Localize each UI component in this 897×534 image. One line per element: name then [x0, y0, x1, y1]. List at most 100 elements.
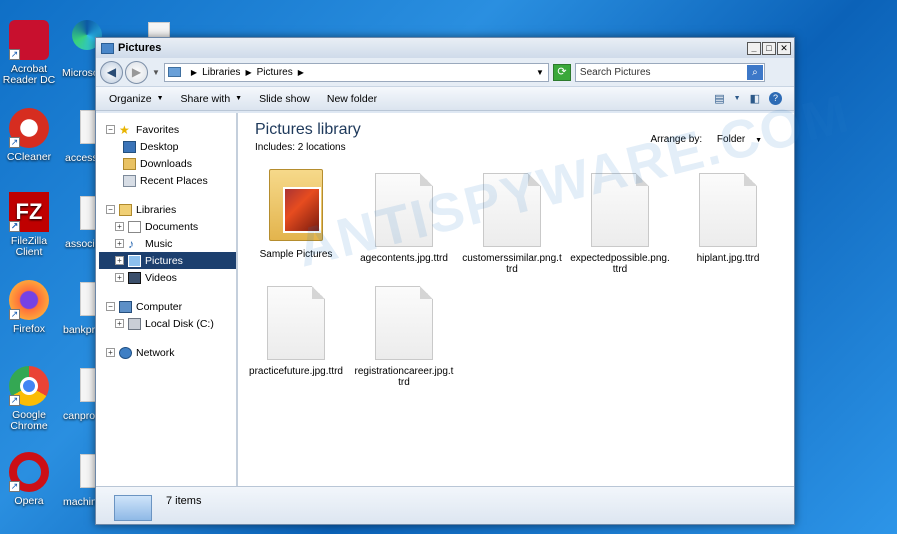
collapse-icon[interactable]: − [106, 302, 115, 311]
desktop-icon-firefox[interactable]: ↗ Firefox [0, 280, 60, 335]
back-button[interactable]: ◀ [100, 60, 123, 84]
desktop-icon-filezilla[interactable]: FZ ↗ FileZilla Client [0, 192, 60, 258]
file-icon [375, 286, 433, 360]
desktop-icon-label: Opera [14, 495, 44, 507]
collapse-icon[interactable]: − [106, 205, 115, 214]
nav-desktop[interactable]: Desktop [96, 138, 236, 155]
nav-pictures[interactable]: + Pictures [99, 252, 236, 269]
expand-icon[interactable]: + [115, 239, 124, 248]
network-icon [119, 346, 132, 359]
desktop-icon-chrome[interactable]: ↗ Google Chrome [0, 366, 60, 432]
new-folder-button[interactable]: New folder [327, 93, 377, 105]
organize-button[interactable]: Organize ▼ [109, 93, 164, 105]
nav-computer[interactable]: − Computer [96, 298, 236, 315]
recent-pages-dropdown[interactable]: ▼ [152, 68, 160, 77]
filezilla-icon: FZ ↗ [9, 192, 49, 232]
change-view-icon[interactable]: ▤ [714, 92, 724, 105]
slide-show-button[interactable]: Slide show [259, 93, 310, 105]
nav-label: Favorites [136, 123, 180, 136]
file-icon [591, 173, 649, 247]
expand-icon[interactable]: + [115, 319, 124, 328]
file-icon [699, 173, 757, 247]
preview-pane-icon[interactable]: ◧ [750, 92, 760, 105]
minimize-button[interactable]: _ [747, 41, 761, 55]
item-name: registrationcareer.jpg.ttrd [354, 366, 454, 388]
search-input[interactable]: Search Pictures ⌕ [574, 62, 765, 82]
command-bar: Organize ▼ Share with ▼ Slide show New fol… [96, 86, 794, 111]
library-icon [119, 203, 132, 216]
nav-local-disk[interactable]: + Local Disk (C:) [96, 315, 236, 332]
chevron-right-icon[interactable]: ▶ [298, 68, 304, 77]
desktop-icon-ccleaner[interactable]: ↗ CCleaner [0, 108, 60, 163]
expand-icon[interactable]: + [115, 222, 124, 231]
pictures-icon [167, 67, 181, 77]
forward-button[interactable]: ▶ [125, 60, 148, 84]
acrobat-icon: ↗ [9, 20, 49, 60]
nav-favorites[interactable]: − ★ Favorites [96, 121, 236, 138]
search-icon[interactable]: ⌕ [746, 64, 763, 80]
nav-videos[interactable]: + Videos [96, 269, 236, 286]
chevron-down-icon: ▼ [156, 95, 164, 102]
expand-icon[interactable]: + [106, 348, 115, 357]
expand-icon[interactable]: + [115, 273, 124, 282]
title-bar[interactable]: Pictures _ □ ✕ [96, 38, 794, 58]
close-button[interactable]: ✕ [777, 41, 791, 55]
chevron-down-icon[interactable]: ▼ [734, 95, 741, 102]
address-dropdown-icon[interactable]: ▼ [536, 68, 544, 77]
file-item[interactable]: customerssimilar.png.ttrd [462, 173, 562, 275]
item-name: agecontents.jpg.ttrd [360, 253, 448, 264]
details-pane: 7 items [96, 486, 794, 524]
nav-network[interactable]: + Network [96, 344, 236, 361]
folder-item[interactable]: Sample Pictures [246, 167, 346, 260]
collapse-icon[interactable]: − [106, 125, 115, 134]
desktop-icon [123, 140, 136, 153]
refresh-button[interactable]: ⟳ [552, 63, 571, 81]
file-item[interactable]: agecontents.jpg.ttrd [354, 173, 454, 264]
address-bar[interactable]: ▶ Libraries ▶ Pictures ▶ ▼ [163, 62, 549, 82]
pictures-icon [128, 254, 141, 267]
maximize-button[interactable]: □ [762, 41, 776, 55]
nav-music[interactable]: + ♪ Music [96, 235, 236, 252]
folder-icon [265, 167, 327, 245]
help-icon[interactable]: ? [769, 92, 782, 105]
file-item[interactable]: hiplant.jpg.ttrd [678, 173, 778, 264]
file-list-area[interactable]: Pictures library Includes: 2 locations A… [238, 113, 794, 486]
desktop-icon-label: FileZilla Client [10, 235, 48, 258]
file-icon [267, 286, 325, 360]
file-item[interactable]: registrationcareer.jpg.ttrd [354, 286, 454, 388]
chevron-right-icon[interactable]: ▶ [191, 68, 197, 77]
chevron-right-icon[interactable]: ▶ [245, 68, 251, 77]
arrange-by-control[interactable]: Arrange by: Folder ▼ [650, 134, 762, 145]
desktop-icon-label: Firefox [12, 323, 46, 335]
nav-label: Documents [145, 220, 199, 233]
slide-show-label: Slide show [259, 92, 310, 105]
nav-label: Computer [136, 300, 183, 313]
nav-downloads[interactable]: Downloads [96, 155, 236, 172]
file-item[interactable]: practicefuture.jpg.ttrd [246, 286, 346, 377]
file-item[interactable]: expectedpossible.png.ttrd [570, 173, 670, 275]
breadcrumb-pictures[interactable]: Pictures [257, 67, 293, 78]
chevron-down-icon[interactable]: ▼ [755, 137, 762, 144]
desktop-icon-acrobat[interactable]: ↗ Acrobat Reader DC [0, 20, 60, 86]
file-icon [375, 173, 433, 247]
desktop-icon-label[interactable]: canpro [63, 410, 95, 422]
library-title: Pictures library [255, 121, 361, 138]
library-locations-link[interactable]: Includes: 2 locations [255, 142, 346, 153]
nav-label: Recent Places [140, 174, 208, 187]
breadcrumb-libraries[interactable]: Libraries [202, 67, 240, 78]
item-name: customerssimilar.png.ttrd [462, 253, 562, 275]
nav-documents[interactable]: + Documents [96, 218, 236, 235]
ccleaner-icon: ↗ [9, 108, 49, 148]
chevron-down-icon: ▼ [235, 95, 243, 102]
file-icon [148, 22, 170, 38]
nav-recent-places[interactable]: Recent Places [96, 172, 236, 189]
nav-libraries[interactable]: − Libraries [96, 201, 236, 218]
share-with-button[interactable]: Share with ▼ [181, 93, 243, 105]
firefox-icon: ↗ [9, 280, 49, 320]
nav-label: Local Disk (C:) [145, 317, 214, 330]
arrange-by-value[interactable]: Folder [717, 134, 745, 145]
desktop-icon-opera[interactable]: ↗ Opera [0, 452, 60, 507]
desktop-icon-label[interactable]: machin [63, 496, 97, 508]
expand-icon[interactable]: + [115, 256, 124, 265]
organize-label: Organize [109, 92, 152, 105]
